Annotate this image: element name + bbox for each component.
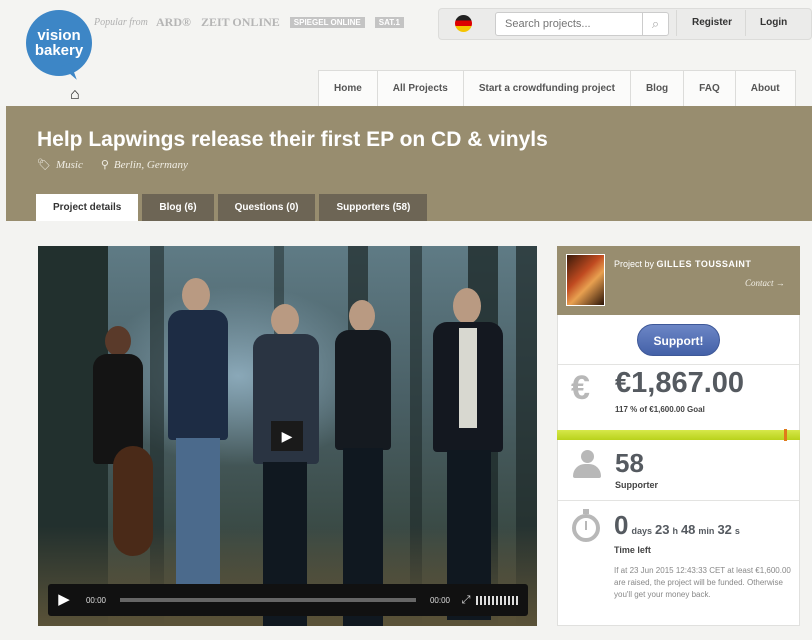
supporter-count: 58 <box>615 448 644 478</box>
support-button[interactable]: Support! <box>637 324 720 356</box>
supporter-label: Supporter <box>615 480 659 490</box>
nav-all-projects[interactable]: All Projects <box>378 71 464 106</box>
location[interactable]: ⚲ Berlin, Germany <box>101 158 188 171</box>
play-icon[interactable]: ▶ <box>48 584 80 616</box>
band-member-body <box>335 330 391 450</box>
search-box: ⌕ <box>495 12 669 36</box>
search-icon[interactable]: ⌕ <box>642 13 668 35</box>
tag-icon: 🏷 <box>37 159 51 171</box>
supporter-icon <box>572 450 602 480</box>
tab-supporters[interactable]: Supporters (58) <box>319 194 428 221</box>
duration: 00:00 <box>429 595 451 605</box>
divider <box>558 500 799 501</box>
video-controls: ▶ 00:00 00:00 ⤢ <box>48 584 528 616</box>
main-nav: Home All Projects Start a crowdfunding p… <box>318 70 796 106</box>
category[interactable]: 🏷 Music <box>37 158 83 171</box>
press-intro: Popular from <box>94 17 148 28</box>
volume-slider[interactable] <box>476 595 520 605</box>
project-by: Project by GILLES TOUSSAINT <box>614 259 751 269</box>
german-flag-icon[interactable] <box>455 15 472 32</box>
goal-text: 117 % of €1,600.00 Goal <box>615 405 705 414</box>
seconds-value: 32 <box>717 522 732 537</box>
funded-amount: €1,867.00 <box>615 367 745 399</box>
days-unit: days <box>631 526 652 536</box>
press-logo-sat1: SAT.1 <box>374 17 404 28</box>
funding-progress-fill <box>557 430 800 440</box>
current-time: 00:00 <box>85 595 107 605</box>
band-member-body <box>168 310 228 440</box>
funding-progress-bar <box>557 429 800 441</box>
nav-about[interactable]: About <box>736 71 795 106</box>
category-label: Music <box>55 159 83 171</box>
minutes-value: 48 <box>680 522 696 537</box>
band-member-head <box>271 304 299 336</box>
video-seek-bar[interactable] <box>120 598 416 602</box>
tab-project-details[interactable]: Project details <box>36 194 139 221</box>
nav-start-project[interactable]: Start a crowdfunding project <box>464 71 631 106</box>
band-member-head <box>182 278 210 312</box>
login-link[interactable]: Login <box>760 17 787 28</box>
euro-icon: € <box>571 369 590 407</box>
press-logo-spiegel: SPIEGEL ONLINE <box>289 17 365 28</box>
video-play-button[interactable]: ▶ <box>271 421 303 451</box>
project-title: Help Lapwings release their first EP on … <box>37 128 548 151</box>
nav-faq[interactable]: FAQ <box>684 71 736 106</box>
press-logos: ARD® ZEIT ONLINE SPIEGEL ONLINE SAT.1 <box>156 15 404 30</box>
funding-rule-note: If at 23 Jun 2015 12:43:33 CET at least … <box>614 566 791 599</box>
band-member-legs <box>176 438 220 608</box>
creator-avatar[interactable] <box>566 254 605 306</box>
vision-bakery-logo[interactable]: vision bakery <box>26 10 92 76</box>
tab-questions[interactable]: Questions (0) <box>217 194 316 221</box>
time-left-label: Time left <box>614 545 651 555</box>
band-member-shirt <box>459 328 477 428</box>
nav-blog[interactable]: Blog <box>631 71 685 106</box>
hours-unit: h <box>672 526 678 536</box>
location-label: Berlin, Germany <box>113 159 188 171</box>
tab-blog[interactable]: Blog (6) <box>142 194 214 221</box>
goal-marker <box>784 429 787 441</box>
fullscreen-icon[interactable]: ⤢ <box>456 594 476 607</box>
cello <box>113 446 153 556</box>
press-logo-zeit: ZEIT ONLINE <box>200 15 280 29</box>
top-bar-divider <box>745 10 746 36</box>
home-icon[interactable]: ⌂ <box>70 86 80 104</box>
creator-name[interactable]: GILLES TOUSSAINT <box>657 259 752 269</box>
contact-link[interactable]: Contact → <box>745 278 785 288</box>
project-tabs: Project details Blog (6) Questions (0) S… <box>36 194 428 221</box>
minutes-unit: min <box>698 526 715 536</box>
project-by-prefix: Project by <box>614 259 655 269</box>
stopwatch-icon <box>572 509 600 542</box>
project-meta: 🏷 Music ⚲ Berlin, Germany <box>37 158 188 171</box>
nav-home[interactable]: Home <box>319 71 378 106</box>
days-value: 0 <box>614 510 629 540</box>
band-member-head <box>453 288 481 324</box>
hours-value: 23 <box>654 522 670 537</box>
search-input[interactable] <box>496 13 636 35</box>
countdown: 0 days 23 h 48 min 32 s <box>614 510 740 541</box>
seconds-unit: s <box>734 526 740 536</box>
location-pin-icon: ⚲ <box>100 159 109 171</box>
divider <box>558 364 799 365</box>
top-bar-divider <box>676 10 677 36</box>
press-logo-ard: ARD® <box>156 15 191 29</box>
band-member-head <box>349 300 375 332</box>
register-link[interactable]: Register <box>692 17 732 28</box>
band-member-head <box>105 326 131 356</box>
